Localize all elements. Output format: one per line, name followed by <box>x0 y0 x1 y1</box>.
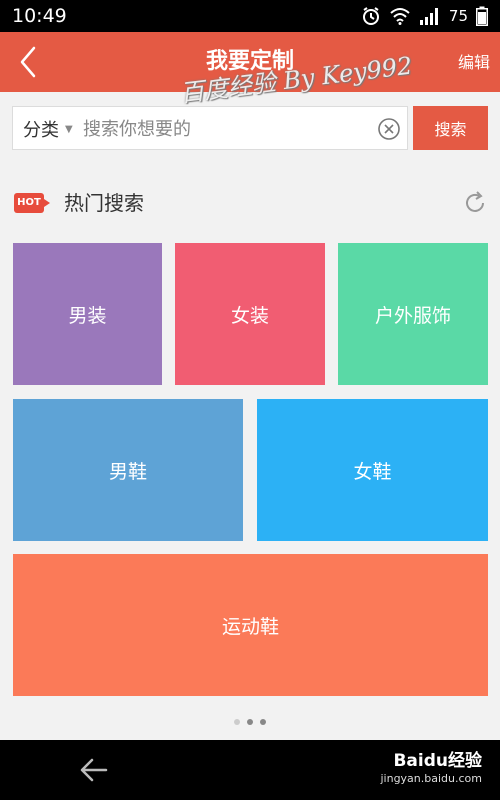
battery-icon <box>476 6 488 26</box>
status-icons: 75 <box>361 6 488 26</box>
hot-search-header: HOT 热门搜索 <box>12 184 488 224</box>
category-tile[interactable]: 女鞋 <box>257 399 488 541</box>
alarm-icon <box>362 7 379 25</box>
nav-back-button[interactable] <box>78 754 110 786</box>
hot-badge: HOT <box>14 193 50 213</box>
clear-icon <box>378 118 400 140</box>
category-dropdown-label: 分类 <box>23 120 59 141</box>
search-field: 分类 ▼ <box>12 106 408 150</box>
category-tile[interactable]: 运动鞋 <box>13 554 488 696</box>
page-title: 我要定制 <box>205 49 294 74</box>
category-tile-label: 男装 <box>68 304 107 327</box>
title-bar: 我要定制 编辑 <box>0 32 500 92</box>
clear-search-button[interactable] <box>377 117 401 141</box>
refresh-button[interactable] <box>462 190 488 216</box>
category-tile[interactable]: 男装 <box>13 243 162 385</box>
battery-level: 75 <box>448 7 468 25</box>
category-tile[interactable]: 女装 <box>175 243 325 385</box>
category-tile-label: 女装 <box>230 304 269 327</box>
caret-down-icon: ▼ <box>65 123 73 135</box>
category-tile-label: 运动鞋 <box>221 615 279 638</box>
page-dot[interactable] <box>260 719 266 725</box>
category-tile-label: 女鞋 <box>353 460 392 483</box>
category-tile-label: 男鞋 <box>108 460 147 483</box>
category-tile[interactable]: 男鞋 <box>13 399 243 541</box>
page-indicator <box>0 719 500 725</box>
page-dot[interactable] <box>247 719 253 725</box>
category-tile[interactable]: 户外服饰 <box>338 243 488 385</box>
search-bar: 分类 ▼ 搜索 <box>12 106 488 152</box>
hot-search-title: 热门搜索 <box>64 191 144 215</box>
baidu-url: jingyan.baidu.com <box>380 772 482 785</box>
baidu-jingyan-watermark: Baidu经验 jingyan.baidu.com <box>380 750 482 786</box>
system-nav-bar: Baidu经验 jingyan.baidu.com <box>0 740 500 800</box>
arrow-left-icon <box>80 758 108 782</box>
refresh-icon <box>466 191 484 212</box>
edit-button[interactable]: 编辑 <box>458 52 490 74</box>
category-tile-label: 户外服饰 <box>374 304 451 327</box>
status-bar: 10:49 75 <box>0 0 500 32</box>
status-time: 10:49 <box>12 5 67 27</box>
search-button[interactable]: 搜索 <box>413 106 488 150</box>
signal-icon <box>419 8 438 25</box>
wifi-icon <box>390 8 410 25</box>
category-dropdown[interactable]: 分类 ▼ <box>23 107 73 151</box>
baidu-logo: Baidu经验 <box>393 751 482 771</box>
page-dot[interactable] <box>234 719 240 725</box>
search-input[interactable] <box>83 113 375 145</box>
